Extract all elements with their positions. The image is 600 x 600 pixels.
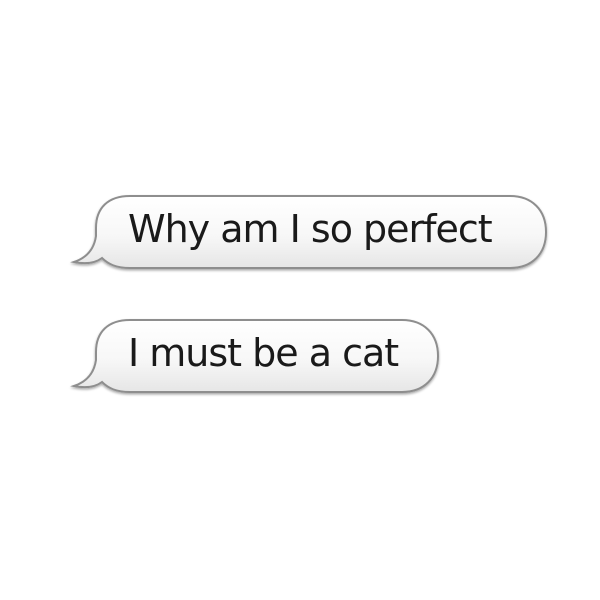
- message-bubble[interactable]: I must be a cat: [70, 316, 440, 396]
- message-bubble[interactable]: Why am I so perfect: [70, 192, 548, 272]
- message-text: Why am I so perfect: [128, 207, 493, 251]
- message-canvas: Why am I so perfect I must be a cat: [0, 0, 600, 600]
- message-text: I must be a cat: [128, 331, 399, 375]
